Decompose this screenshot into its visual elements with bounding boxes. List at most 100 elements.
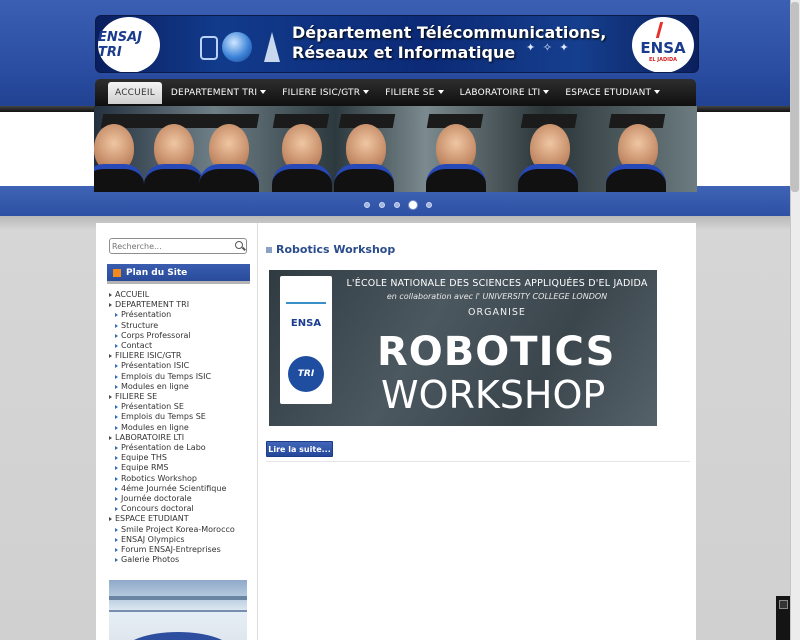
- robotics-workshop-poster[interactable]: ENSA TRI L'ÉCOLE NATIONALE DES SCIENCES …: [269, 270, 657, 426]
- telecom-icons: [196, 28, 286, 68]
- slide-dot-1[interactable]: [364, 202, 370, 208]
- tri-logo-icon: TRI: [288, 356, 324, 392]
- graduate-gown: [199, 164, 259, 192]
- bullet-icon: [115, 466, 118, 471]
- menu-item-journee-scientifique[interactable]: 4éme Journée Scientifique: [109, 484, 249, 494]
- graduate-gown: [334, 164, 394, 192]
- graduate-gown: [518, 164, 578, 192]
- article-title[interactable]: Robotics Workshop: [266, 243, 395, 256]
- bullet-icon: [115, 344, 118, 349]
- main-nav: ACCUEIL DEPARTEMENT TRI FILIERE ISIC/GTR…: [95, 79, 696, 106]
- graduate-gown: [426, 164, 486, 192]
- bullet-icon: [115, 405, 118, 410]
- bullet-icon: [115, 446, 118, 451]
- read-more-button[interactable]: Lire la suite...: [266, 441, 333, 457]
- graduate-gown: [94, 164, 144, 192]
- graduate-gown: [144, 164, 204, 192]
- nav-item-espace-etudiant[interactable]: ESPACE ETUDIANT: [558, 82, 667, 104]
- building-beam: [109, 596, 247, 600]
- menu-item-emplois-se[interactable]: Emplois du Temps SE: [109, 412, 249, 422]
- slideshow-dots: [364, 201, 432, 209]
- menu-item-forum-ensaj[interactable]: Forum ENSAJ-Entreprises: [109, 545, 249, 555]
- building-beam: [109, 610, 247, 612]
- nav-item-filiere-se[interactable]: FILIERE SE: [378, 82, 450, 104]
- bullet-icon: [115, 374, 118, 379]
- menu-item-presentation-se[interactable]: Présentation SE: [109, 402, 249, 412]
- graduation-slideshow[interactable]: [94, 106, 697, 192]
- menu-item-filiere-isic-gtr[interactable]: FILIERE ISIC/GTR: [109, 351, 249, 361]
- caret-down-icon: [363, 89, 370, 94]
- menu-item-presentation-labo[interactable]: Présentation de Labo: [109, 443, 249, 453]
- caret-down-icon: [543, 89, 550, 94]
- bullet-icon: [115, 425, 118, 430]
- menu-item-modules-se[interactable]: Modules en ligne: [109, 423, 249, 433]
- nav-item-filiere-isic-gtr[interactable]: FILIERE ISIC/GTR: [275, 82, 376, 104]
- poster-collaboration: en collaboration avec l' UNIVERSITY COLL…: [386, 292, 608, 301]
- slide-dot-3[interactable]: [394, 202, 400, 208]
- menu-item-filiere-se[interactable]: FILIERE SE: [109, 392, 249, 402]
- menu-item-concours-doctoral[interactable]: Concours doctoral: [109, 504, 249, 514]
- corner-widget[interactable]: [776, 596, 790, 640]
- bullet-icon: [109, 517, 112, 522]
- logo-left-text: ENSAJ TRI: [98, 30, 143, 60]
- bullet-icon: [115, 323, 118, 328]
- menu-item-laboratoire-lti[interactable]: LABORATOIRE LTI: [109, 433, 249, 443]
- menu-item-equipe-rms[interactable]: Equipe RMS: [109, 463, 249, 473]
- menu-item-departement-tri[interactable]: DEPARTEMENT TRI: [109, 300, 249, 310]
- bullet-icon: [109, 435, 112, 440]
- building-arc: [123, 632, 233, 640]
- header-banner[interactable]: ENSAJ TRI Département Télécommunications…: [95, 15, 699, 73]
- menu-item-espace-etudiant[interactable]: ESPACE ETUDIANT: [109, 514, 249, 524]
- bullet-icon: [115, 476, 118, 481]
- caret-down-icon: [654, 89, 661, 94]
- menu-item-journee-doctorale[interactable]: Journée doctorale: [109, 494, 249, 504]
- menu-item-ensaj-olympics[interactable]: ENSAJ Olympics: [109, 535, 249, 545]
- scrollbar-thumb[interactable]: [791, 2, 799, 192]
- menu-item-emplois-isic[interactable]: Emplois du Temps ISIC: [109, 372, 249, 382]
- nav-item-laboratoire-lti[interactable]: LABORATOIRE LTI: [453, 82, 557, 104]
- menu-item-contact[interactable]: Contact: [109, 341, 249, 351]
- page-scrollbar[interactable]: [790, 0, 800, 640]
- menu-item-presentation[interactable]: Présentation: [109, 310, 249, 320]
- slide-dot-5[interactable]: [426, 202, 432, 208]
- menu-item-modules-isic[interactable]: Modules en ligne: [109, 382, 249, 392]
- site-title-line2: Réseaux et Informatique: [292, 43, 516, 62]
- menu-item-corps-professoral[interactable]: Corps Professoral: [109, 331, 249, 341]
- menu-item-structure[interactable]: Structure: [109, 321, 249, 331]
- poster-organise: ORGANISE: [468, 307, 526, 318]
- nav-item-departement-tri[interactable]: DEPARTEMENT TRI: [164, 82, 273, 104]
- graduate-gown: [272, 164, 332, 192]
- menu-item-robotics-workshop[interactable]: Robotics Workshop: [109, 474, 249, 484]
- sidebar-building-image: [109, 580, 247, 640]
- bullet-icon: [115, 507, 118, 512]
- phone-icon: [200, 36, 218, 60]
- bullet-icon: [115, 415, 118, 420]
- bullet-icon: [115, 558, 118, 563]
- slide-dot-4[interactable]: [409, 201, 417, 209]
- menu-item-galerie-photos[interactable]: Galerie Photos: [109, 555, 249, 565]
- article-divider: [266, 461, 690, 462]
- orange-square-icon: [113, 268, 121, 277]
- bullet-icon: [109, 293, 112, 297]
- plan-du-site-header: Plan du Site: [107, 264, 250, 284]
- ensaj-tri-logo: ENSAJ TRI: [98, 17, 160, 72]
- bullet-icon: [115, 333, 118, 338]
- poster-workshop-text: WORKSHOP: [381, 373, 606, 417]
- menu-item-equipe-ths[interactable]: Equipe THS: [109, 453, 249, 463]
- caret-down-icon: [437, 89, 444, 94]
- search-input[interactable]: [110, 239, 228, 253]
- menu-item-smile-project[interactable]: Smile Project Korea-Morocco: [109, 525, 249, 535]
- menu-item-presentation-isic[interactable]: Présentation ISIC: [109, 361, 249, 371]
- slide-dot-2[interactable]: [379, 202, 385, 208]
- network-stars-icon: ✦ ✧ ✦: [526, 41, 571, 54]
- ensa-el-jadida-logo: ENSA EL JADIDA: [632, 17, 694, 72]
- bullet-icon: [109, 303, 112, 308]
- article-title-text: Robotics Workshop: [276, 243, 396, 256]
- menu-item-accueil[interactable]: ACCUEIL: [109, 290, 249, 300]
- nav-item-accueil[interactable]: ACCUEIL: [108, 81, 162, 104]
- title-square-icon: [266, 246, 272, 253]
- graduate-gown: [606, 164, 666, 192]
- plan-du-site-title: Plan du Site: [126, 267, 188, 278]
- logo-right-text: ENSA: [640, 39, 686, 57]
- search-icon[interactable]: [235, 241, 243, 249]
